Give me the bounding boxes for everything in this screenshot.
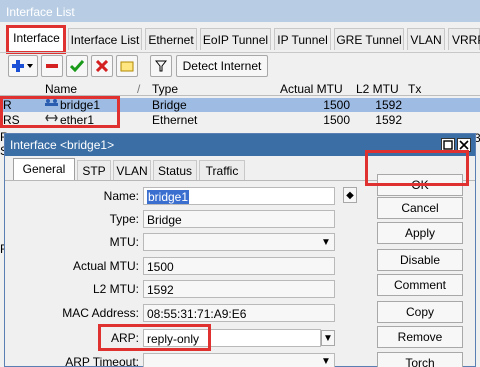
l2-mtu-field: 1592 [143, 280, 335, 298]
tab-interface[interactable]: Interface [8, 26, 65, 51]
arp-timeout-dropdown-icon[interactable]: ▼ [319, 353, 333, 367]
actual-mtu-field: 1500 [143, 257, 335, 275]
maximize-icon[interactable] [441, 138, 455, 152]
check-icon [70, 60, 84, 72]
tab-general[interactable]: General [13, 158, 75, 181]
remove-button[interactable] [41, 55, 63, 77]
disable-button[interactable] [91, 55, 113, 77]
tab-interface-list[interactable]: Interface List [68, 28, 142, 50]
table-header: Name / Type Actual MTU L2 MTU Tx [0, 82, 480, 96]
col-actual-mtu[interactable]: Actual MTU [280, 82, 343, 96]
close-icon[interactable] [457, 138, 471, 152]
actual-mtu-label: Actual MTU: [72, 259, 139, 273]
add-button[interactable] [8, 55, 38, 77]
note-icon [120, 61, 134, 72]
row-flag: RS [3, 113, 20, 127]
remove-button[interactable]: Remove [377, 326, 463, 348]
apply-button[interactable]: Apply [377, 222, 463, 244]
sort-indicator: / [137, 82, 141, 96]
col-l2-mtu[interactable]: L2 MTU [356, 82, 399, 96]
minus-icon [46, 64, 58, 68]
comment-button[interactable] [116, 55, 138, 77]
mtu-field[interactable] [143, 233, 335, 251]
tab-gre-tunnel[interactable]: GRE Tunnel [334, 28, 404, 50]
col-type[interactable]: Type [152, 82, 178, 96]
row-actual-mtu: 1500 [323, 113, 350, 127]
row-name: ether1 [60, 113, 95, 127]
arp-field[interactable]: reply-only [143, 329, 321, 347]
table-row[interactable]: RS ether1 Ethernet 1500 1592 [0, 113, 480, 127]
bridge-icon [45, 98, 58, 112]
col-name[interactable]: Name [45, 82, 77, 96]
copy-button[interactable]: Copy [377, 301, 463, 323]
type-field: Bridge [143, 210, 335, 228]
window-title: Interface List [0, 0, 480, 22]
row-name: bridge1 [60, 98, 101, 112]
tab-ethernet[interactable]: Ethernet [145, 28, 197, 50]
row-l2-mtu: 1592 [375, 113, 402, 127]
mac-address-label: MAC Address: [62, 306, 139, 320]
arp-timeout-field[interactable] [143, 353, 335, 367]
row-l2-mtu: 1592 [375, 98, 402, 112]
mtu-dropdown-icon[interactable]: ▼ [319, 234, 333, 250]
tab-vlan[interactable]: VLAN [113, 160, 151, 180]
cross-icon [96, 60, 108, 72]
mtu-label: MTU: [109, 235, 139, 249]
tab-vlan[interactable]: VLAN [407, 28, 445, 50]
expand-icon[interactable]: ◆ [343, 187, 357, 203]
detect-internet-button[interactable]: Detect Internet [176, 55, 268, 77]
toolbar: Detect Internet [0, 52, 480, 78]
plus-icon [12, 60, 33, 72]
enable-button[interactable] [66, 55, 88, 77]
tab-vrrp[interactable]: VRRP [448, 28, 480, 50]
ethernet-icon [45, 113, 58, 127]
arp-label: ARP: [110, 331, 139, 345]
row-actual-mtu: 1500 [323, 98, 350, 112]
tab-ip-tunnel[interactable]: IP Tunnel [274, 28, 331, 50]
l2-mtu-label: L2 MTU: [92, 282, 139, 296]
mac-address-field[interactable]: 08:55:31:71:A9:E6 [143, 304, 335, 322]
name-field[interactable]: bridge1 [143, 187, 335, 205]
row-type: Bridge [152, 98, 187, 112]
tab-status[interactable]: Status [153, 160, 197, 180]
general-panel: Name: bridge1 ◆ Type: Bridge MTU: ▼ Actu… [5, 174, 475, 367]
row-type: Ethernet [152, 113, 198, 127]
col-tx[interactable]: Tx [408, 82, 421, 96]
tab-traffic[interactable]: Traffic [199, 160, 245, 180]
table-row[interactable]: R bridge1 Bridge 1500 1592 [0, 98, 480, 112]
torch-button[interactable]: Torch [377, 352, 463, 367]
ok-button[interactable]: OK [377, 174, 463, 196]
row-flag: R [3, 98, 12, 112]
tab-stp[interactable]: STP [77, 160, 111, 180]
arp-dropdown-icon[interactable]: ▼ [321, 330, 335, 346]
cancel-button[interactable]: Cancel [377, 197, 463, 219]
filter-icon [155, 60, 167, 72]
interface-tabs: Interface Interface List Ethernet EoIP T… [0, 26, 480, 52]
tab-eoip-tunnel[interactable]: EoIP Tunnel [200, 28, 271, 50]
disable-button[interactable]: Disable [377, 249, 463, 271]
name-label: Name: [103, 189, 139, 203]
interface-dialog: Interface <bridge1> General STP VLAN Sta… [4, 133, 476, 367]
arp-timeout-label: ARP Timeout: [65, 355, 139, 367]
filter-button[interactable] [150, 55, 172, 77]
dialog-title: Interface <bridge1> [5, 134, 475, 156]
comment-button[interactable]: Comment [377, 274, 463, 296]
type-label: Type: [109, 212, 139, 226]
